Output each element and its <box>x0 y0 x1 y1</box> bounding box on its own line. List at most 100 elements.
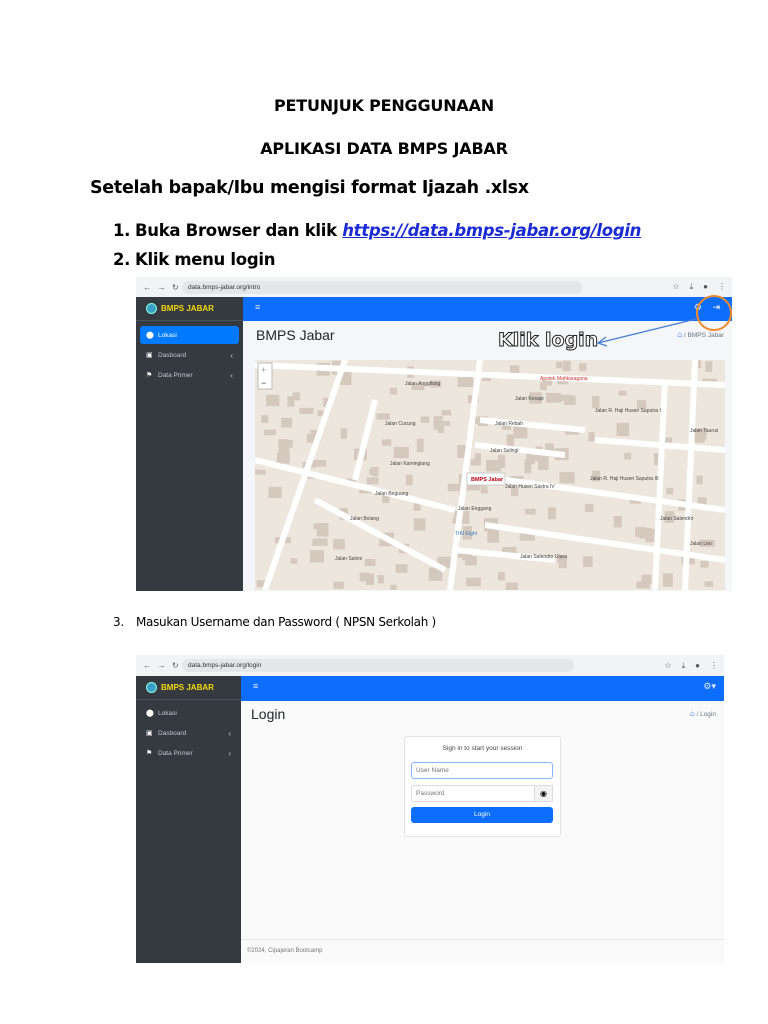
map-building <box>263 429 277 436</box>
home-icon[interactable]: ⌂ <box>690 709 695 718</box>
map-building <box>540 382 547 391</box>
brand-name: BMPS JABAR <box>161 683 214 692</box>
map-building <box>641 574 652 585</box>
map-building <box>538 457 549 470</box>
annotation-arrow <box>596 295 732 347</box>
reload-icon[interactable]: ↻ <box>172 661 179 670</box>
username-input[interactable] <box>411 762 553 779</box>
map-building <box>704 581 714 587</box>
flag-icon: ⚑ <box>146 372 153 379</box>
map-building <box>416 438 424 453</box>
step-text: Masukan Username dan Password ( NPSN Ser… <box>136 615 436 629</box>
page-title: Login <box>251 706 286 722</box>
map[interactable]: Jalan Anggilang Jalan Kesapi Jalan Cucun… <box>255 360 725 590</box>
map-building <box>497 572 505 581</box>
map-building <box>556 361 563 369</box>
map-building <box>395 564 408 573</box>
step-text: Klik menu login <box>135 250 276 269</box>
map-building <box>281 417 293 428</box>
map-building <box>309 550 324 563</box>
map-label: Jalan Sulingi <box>490 448 518 454</box>
step-3: 3. Masukan Username dan Password ( NPSN … <box>113 615 436 629</box>
map-pin-icon: ⬤ <box>146 710 154 717</box>
map-label: Jalan Kaminglang <box>390 461 430 467</box>
map-label: Jalan Kesapi <box>515 396 544 402</box>
chevron-left-icon: ‹ <box>230 370 233 380</box>
map-building <box>261 415 269 424</box>
login-link[interactable]: https://data.bmps-jabar.org/login <box>342 221 641 240</box>
step-number: 3. <box>113 615 124 629</box>
sidebar-item-data-primer[interactable]: ⚑ Data Primer ‹ <box>140 366 239 384</box>
address-bar[interactable]: data.bmps-jabar.org/login <box>182 659 574 672</box>
map-building <box>441 410 452 416</box>
map-building <box>666 487 674 495</box>
map-building <box>616 422 630 437</box>
sidebar-item-dasboard[interactable]: ▣ Dasboard ‹ <box>140 724 237 742</box>
map-building <box>278 439 288 453</box>
map-building <box>705 361 713 372</box>
sidebar-item-lokasi[interactable]: ⬤ Lokasi <box>140 704 237 722</box>
menu-icon[interactable]: ⋮ <box>710 661 718 671</box>
map-building <box>462 554 473 561</box>
flag-icon: ⚑ <box>146 750 153 757</box>
sidebar-item-label: Data Primer <box>158 749 193 757</box>
map-building <box>562 360 571 372</box>
map-label: Jalan Salendro <box>660 516 694 522</box>
map-building <box>405 474 413 486</box>
map-building <box>255 469 266 475</box>
map-building <box>465 577 481 587</box>
map-building <box>513 426 528 439</box>
map-building <box>377 575 384 584</box>
map-building <box>506 434 515 447</box>
map-label: Jalan Bolang <box>350 516 379 522</box>
map-label: Jalan Enggang <box>458 506 492 512</box>
map-building <box>546 392 562 403</box>
sidebar-item-label: Data Primer <box>158 371 193 379</box>
screenshot-login: ← → ↻ data.bmps-jabar.org/login ☆ ⤓ ● ⋮ BMPS … <box>136 655 724 963</box>
map-building <box>559 472 575 484</box>
map-building <box>382 439 392 446</box>
map-building <box>420 416 430 423</box>
download-icon[interactable]: ⤓ <box>682 661 686 671</box>
brand[interactable]: BMPS JABAR <box>136 676 241 700</box>
map-building <box>389 387 397 395</box>
map-building <box>639 528 653 539</box>
map-label: Jalan Cucung <box>385 421 416 427</box>
avatar[interactable]: ● <box>695 661 700 671</box>
step-number: 1. <box>113 221 131 240</box>
sidebar: BMPS JABAR ⬤ Lokasi ▣ Dasboard ‹ ⚑ Data Prim… <box>136 676 241 963</box>
map-building <box>376 413 390 420</box>
sidebar-item-label: Lokasi <box>158 709 177 717</box>
map-label: Jalan Anggilang <box>405 381 441 387</box>
forward-icon[interactable]: → <box>158 661 166 670</box>
eye-icon[interactable]: ◉ <box>534 785 553 802</box>
map-building <box>438 420 450 426</box>
sidebar-item-data-primer[interactable]: ⚑ Data Primer ‹ <box>140 744 237 762</box>
map-building <box>390 584 397 590</box>
chevron-left-icon: ‹ <box>228 728 231 738</box>
intro-text: Setelah bapak/Ibu mengisi format Ijazah … <box>90 178 529 198</box>
map-label: Apotek Mahkaragana <box>540 376 588 382</box>
login-button[interactable]: Login <box>411 807 553 823</box>
hamburger-icon[interactable]: ≡ <box>253 681 258 691</box>
map-label: Jalan Saloni <box>335 556 362 562</box>
map-building <box>364 558 376 566</box>
back-icon[interactable]: ← <box>143 661 151 670</box>
step-number: 2. <box>113 250 131 269</box>
map-label: Jalan Husen Sastra IV <box>505 484 555 490</box>
map-building <box>510 365 520 374</box>
star-icon[interactable]: ☆ <box>664 661 671 671</box>
map-building <box>290 558 298 564</box>
map-building <box>700 561 709 568</box>
password-input[interactable] <box>411 785 535 802</box>
map-building <box>316 522 329 537</box>
document-subtitle: APLIKASI DATA BMPS JABAR <box>260 139 508 158</box>
settings-icon[interactable]: ⚙▾ <box>703 681 716 692</box>
map-building <box>299 407 314 414</box>
map-label: Jalan Taurus <box>690 428 719 434</box>
map-building <box>340 428 347 439</box>
zoom-in-button[interactable]: + <box>261 365 266 375</box>
map-building <box>486 459 501 472</box>
map-marker-label[interactable]: BMPS Jabar <box>471 477 504 483</box>
zoom-out-button[interactable]: − <box>261 378 266 388</box>
